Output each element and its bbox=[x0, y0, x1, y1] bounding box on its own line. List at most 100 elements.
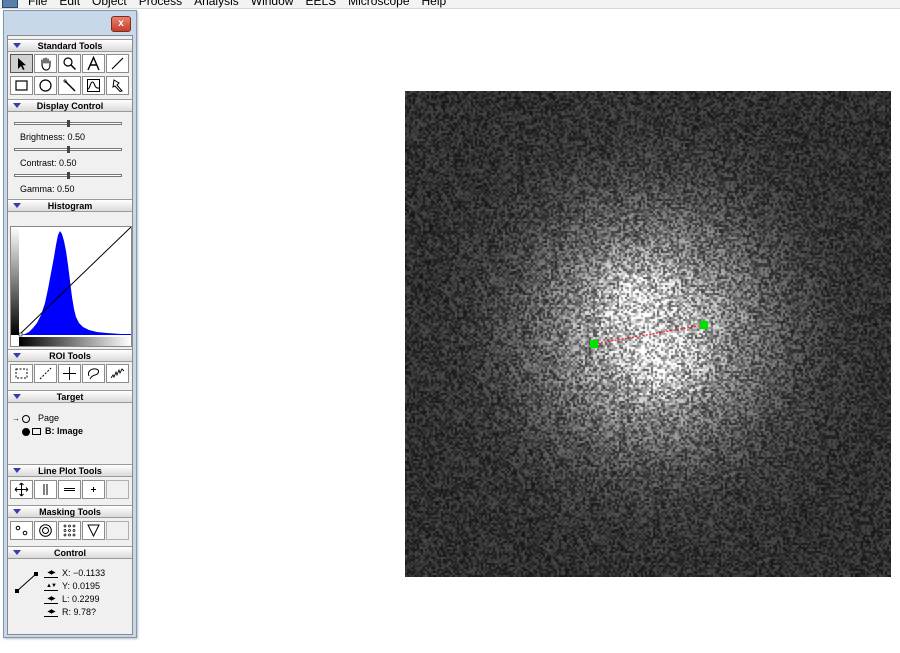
array-mask-tool[interactable] bbox=[58, 521, 81, 540]
oval-tool-icon bbox=[39, 79, 52, 92]
freehand-roi-tool[interactable] bbox=[106, 364, 129, 383]
point-marker-tool[interactable] bbox=[82, 480, 105, 499]
menu-microscope[interactable]: Microscope bbox=[344, 0, 417, 8]
profile-tool[interactable] bbox=[82, 76, 105, 95]
close-button[interactable]: x bbox=[111, 16, 131, 32]
target-list: → Page B: Image bbox=[12, 412, 83, 438]
image-window-icon bbox=[32, 428, 41, 435]
collapse-triangle-icon[interactable] bbox=[13, 550, 21, 555]
gamma-slider[interactable] bbox=[14, 172, 122, 179]
empty-tool-slot bbox=[106, 480, 129, 499]
wand-cursor-icon bbox=[112, 79, 123, 93]
collapse-triangle-icon[interactable] bbox=[13, 103, 21, 108]
wedge-mask-tool[interactable] bbox=[82, 521, 105, 540]
menu-analysis[interactable]: Analysis bbox=[190, 0, 247, 8]
rectangle-tool[interactable] bbox=[10, 76, 33, 95]
tool-palette: x Standard Tools Display Control Brightn… bbox=[3, 10, 137, 638]
brightness-slider[interactable] bbox=[14, 120, 122, 127]
line-roi-start-handle[interactable] bbox=[590, 340, 598, 348]
hand-icon bbox=[41, 57, 51, 71]
target-item-page[interactable]: → Page bbox=[12, 412, 83, 425]
section-display-control[interactable]: Display Control bbox=[8, 99, 132, 112]
line-plot-tools-row bbox=[10, 480, 130, 499]
wand-cursor-tool[interactable] bbox=[106, 76, 129, 95]
section-target[interactable]: Target bbox=[8, 390, 132, 403]
horizontal-gray-ramp bbox=[19, 337, 131, 346]
section-masking-tools[interactable]: Masking Tools bbox=[8, 505, 132, 518]
target-item-image[interactable]: B: Image bbox=[12, 425, 83, 438]
section-standard-tools[interactable]: Standard Tools bbox=[8, 39, 132, 52]
radio-empty-icon bbox=[22, 414, 30, 423]
rect-roi-tool[interactable] bbox=[10, 364, 33, 383]
magic-wand-icon bbox=[63, 79, 76, 92]
collapse-triangle-icon[interactable] bbox=[13, 43, 21, 48]
menu-process[interactable]: Process bbox=[135, 0, 190, 8]
stepper-arrows-icon[interactable]: ◀▶ bbox=[44, 569, 58, 578]
wedge-mask-icon bbox=[87, 524, 100, 538]
control-r-row: ◀▶ R: 9.78? bbox=[44, 606, 105, 619]
section-roi-tools[interactable]: ROI Tools bbox=[8, 349, 132, 362]
collapse-triangle-icon[interactable] bbox=[13, 509, 21, 514]
brightness-slider-thumb[interactable] bbox=[67, 120, 70, 127]
section-title: Standard Tools bbox=[37, 41, 103, 51]
collapse-triangle-icon[interactable] bbox=[13, 394, 21, 399]
control-y-row: ▲▼ Y: 0.0195 bbox=[44, 580, 105, 593]
line-tool[interactable] bbox=[106, 54, 129, 73]
magnifier-tool[interactable] bbox=[58, 54, 81, 73]
gamma-slider-thumb[interactable] bbox=[67, 172, 70, 179]
lasso-roi-tool[interactable] bbox=[82, 364, 105, 383]
line-roi[interactable] bbox=[593, 324, 705, 345]
control-x-row: ◀▶ X: −0.1133 bbox=[44, 567, 105, 580]
histogram-area bbox=[20, 231, 131, 335]
collapse-triangle-icon[interactable] bbox=[13, 468, 21, 473]
hand-tool[interactable] bbox=[34, 54, 57, 73]
transfer-handle-low[interactable] bbox=[18, 332, 23, 337]
move-crosshair-tool[interactable] bbox=[10, 480, 33, 499]
magic-wand-tool[interactable] bbox=[58, 76, 81, 95]
section-line-plot-tools[interactable]: Line Plot Tools bbox=[8, 464, 132, 477]
section-control[interactable]: Control bbox=[8, 546, 132, 559]
arrow-pointer-tool[interactable] bbox=[10, 54, 33, 73]
text-tool[interactable] bbox=[82, 54, 105, 73]
line-roi-end-handle[interactable] bbox=[700, 321, 708, 329]
ring-mask-tool[interactable] bbox=[34, 521, 57, 540]
menu-file[interactable]: File bbox=[24, 0, 55, 8]
menu-help[interactable]: Help bbox=[418, 0, 455, 8]
menu-eels[interactable]: EELS bbox=[301, 0, 344, 8]
target-page-label: Page bbox=[38, 413, 60, 423]
palette-titlebar[interactable]: x bbox=[4, 11, 136, 33]
vertical-marker-tool[interactable] bbox=[34, 480, 57, 499]
menu-edit[interactable]: Edit bbox=[55, 0, 88, 8]
section-title: Histogram bbox=[47, 201, 93, 211]
brightness-label: Brightness: 0.50 bbox=[20, 132, 86, 142]
collapse-triangle-icon[interactable] bbox=[13, 353, 21, 358]
histogram-plot[interactable] bbox=[10, 226, 132, 347]
point-roi-tool[interactable] bbox=[58, 364, 81, 383]
image-display[interactable] bbox=[405, 91, 891, 577]
oval-tool[interactable] bbox=[34, 76, 57, 95]
stepper-arrows-icon[interactable]: ◀▶ bbox=[44, 608, 58, 617]
stepper-arrows-icon[interactable]: ▲▼ bbox=[44, 582, 58, 591]
rectangle-tool-icon bbox=[15, 80, 28, 91]
line-roi-icon bbox=[39, 367, 52, 380]
roi-tools-row bbox=[10, 364, 130, 383]
contrast-label: Contrast: 0.50 bbox=[20, 158, 77, 168]
point-mask-tool[interactable] bbox=[10, 521, 33, 540]
menu-window[interactable]: Window bbox=[247, 0, 302, 8]
section-title: Display Control bbox=[36, 101, 104, 111]
section-histogram[interactable]: Histogram bbox=[8, 199, 132, 212]
horizontal-marker-tool[interactable] bbox=[58, 480, 81, 499]
menu-object[interactable]: Object bbox=[88, 0, 135, 8]
line-roi-preview-icon bbox=[15, 572, 38, 593]
stepper-arrows-icon[interactable]: ◀▶ bbox=[44, 595, 58, 604]
section-title: Target bbox=[56, 392, 84, 402]
collapse-triangle-icon[interactable] bbox=[13, 203, 21, 208]
app-icon[interactable] bbox=[2, 0, 18, 8]
contrast-slider[interactable] bbox=[14, 146, 122, 153]
contrast-slider-thumb[interactable] bbox=[67, 146, 70, 153]
point-marker-icon bbox=[91, 487, 96, 492]
line-roi-tool[interactable] bbox=[34, 364, 57, 383]
move-crosshair-icon bbox=[14, 482, 29, 497]
control-x-value: X: −0.1133 bbox=[62, 568, 106, 578]
palette-body: Standard Tools Display Control Brightnes… bbox=[7, 35, 133, 635]
